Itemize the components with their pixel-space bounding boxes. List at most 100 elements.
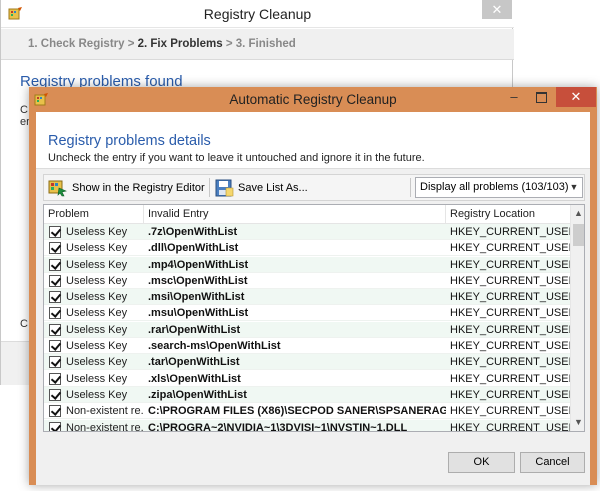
toolbar-separator — [410, 178, 411, 197]
row-checkbox[interactable] — [49, 307, 61, 320]
table-row[interactable]: Useless Key .search-ms\OpenWithList HKEY_C… — [44, 338, 570, 355]
registry-location-cell: HKEY_CURRENT_USER\S... — [446, 240, 570, 257]
dialog-content: Registry problems details Uncheck the en… — [36, 112, 590, 485]
dialog-titlebar[interactable]: Automatic Registry Cleanup – ✕ — [29, 87, 597, 112]
table-row[interactable]: Non-existent re... C:\PROGRAM FILES (X86)… — [44, 403, 570, 420]
scroll-up-arrow[interactable]: ▲ — [571, 205, 584, 222]
save-list-as-button[interactable]: Save List As... — [214, 175, 334, 200]
column-header-invalid-entry[interactable]: Invalid Entry — [144, 205, 446, 224]
table-row[interactable]: Non-existent re... C:\PROGRA~2\NVIDIA~1\3… — [44, 419, 570, 432]
problem-text: Useless Key — [66, 258, 128, 271]
registry-location-cell: HKEY_CURRENT_USER\S... — [446, 338, 570, 355]
row-checkbox[interactable] — [49, 274, 61, 287]
row-checkbox[interactable] — [49, 356, 61, 369]
column-header-problem[interactable]: Problem — [44, 205, 144, 224]
invalid-entry-cell: .xls\OpenWithList — [144, 371, 446, 387]
registry-location-cell: HKEY_CURRENT_USER\S... — [446, 224, 570, 240]
step-finished: 3. Finished — [235, 38, 296, 50]
table-header: Problem Invalid Entry Registry Location — [44, 205, 570, 224]
table-row[interactable]: Useless Key .mp4\OpenWithList HKEY_CURRENT… — [44, 256, 570, 273]
problem-filter-select[interactable]: Display all problems (103/103) ▼ — [415, 177, 583, 198]
minimize-button[interactable]: – — [501, 87, 527, 107]
problem-cell: Useless Key — [44, 240, 144, 257]
background-close-button[interactable]: ✕ — [482, 0, 512, 19]
registry-editor-icon — [48, 180, 67, 196]
problem-cell: Useless Key — [44, 321, 144, 338]
invalid-entry-cell: .zipa\OpenWithList — [144, 386, 446, 403]
table-body: Useless Key .7z\OpenWithList HKEY_CURRENT_… — [44, 224, 570, 432]
show-in-registry-editor-label: Show in the Registry Editor — [72, 181, 205, 194]
row-checkbox[interactable] — [49, 242, 61, 255]
row-checkbox[interactable] — [49, 340, 61, 353]
registry-location-cell: HKEY_CURRENT_USER\S... — [446, 305, 570, 322]
row-checkbox[interactable] — [49, 226, 61, 238]
ok-button[interactable]: OK — [448, 452, 515, 473]
problem-cell: Useless Key — [44, 338, 144, 355]
scroll-down-arrow[interactable]: ▼ — [571, 414, 584, 431]
problem-filter-value: Display all problems (103/103) — [420, 181, 569, 193]
problem-cell: Useless Key — [44, 224, 144, 240]
step-fix-problems: 2. Fix Problems — [137, 38, 223, 50]
invalid-entry-cell: .tar\OpenWithList — [144, 354, 446, 371]
background-text-fragment: C — [20, 318, 28, 330]
maximize-button[interactable] — [528, 87, 554, 107]
wizard-steps: 1. Check Registry > 2. Fix Problems > 3.… — [1, 29, 514, 60]
invalid-entry-cell: .rar\OpenWithList — [144, 321, 446, 338]
problem-cell: Useless Key — [44, 289, 144, 306]
step-separator: > — [222, 38, 236, 50]
scroll-thumb[interactable] — [573, 224, 584, 246]
vertical-scrollbar[interactable]: ▲ ▼ — [570, 205, 584, 431]
background-titlebar: Registry Cleanup ✕ — [1, 0, 514, 28]
problem-text: Useless Key — [66, 307, 128, 320]
row-checkbox[interactable] — [49, 323, 61, 336]
row-checkbox[interactable] — [49, 372, 61, 385]
column-header-registry-location[interactable]: Registry Location — [446, 205, 570, 224]
problem-text: Useless Key — [66, 226, 128, 238]
problem-cell: Useless Key — [44, 256, 144, 273]
table-row[interactable]: Useless Key .msu\OpenWithList HKEY_CURRENT… — [44, 305, 570, 322]
table-row[interactable]: Useless Key .dll\OpenWithList HKEY_CURRENT… — [44, 240, 570, 257]
table-row[interactable]: Useless Key .tar\OpenWithList HKEY_CURRENT… — [44, 354, 570, 371]
problem-text: Non-existent re... — [66, 421, 144, 432]
problem-cell: Useless Key — [44, 386, 144, 403]
table-row[interactable]: Useless Key .zipa\OpenWithList HKEY_CURREN… — [44, 386, 570, 403]
invalid-entry-cell: .search-ms\OpenWithList — [144, 338, 446, 355]
problem-cell: Non-existent re... — [44, 403, 144, 420]
step-separator: > — [124, 38, 138, 50]
invalid-entry-cell: .msu\OpenWithList — [144, 305, 446, 322]
problem-text: Non-existent re... — [66, 405, 144, 418]
table-row[interactable]: Useless Key .rar\OpenWithList HKEY_CURRENT… — [44, 321, 570, 338]
table-row[interactable]: Useless Key .msc\OpenWithList HKEY_CURRENT… — [44, 273, 570, 289]
dialog-subtitle: Uncheck the entry if you want to leave i… — [48, 152, 425, 164]
dialog-heading: Registry problems details — [48, 133, 211, 149]
table-row[interactable]: Useless Key .7z\OpenWithList HKEY_CURRENT_… — [44, 224, 570, 240]
row-checkbox[interactable] — [49, 258, 61, 271]
row-checkbox[interactable] — [49, 291, 61, 304]
registry-cleanup-dialog: Automatic Registry Cleanup – ✕ Registry … — [29, 87, 597, 485]
table-row[interactable]: Useless Key .xls\OpenWithList HKEY_CURRENT… — [44, 371, 570, 387]
registry-location-cell: HKEY_CURRENT_USER\S... — [446, 354, 570, 371]
problem-text: Useless Key — [66, 291, 128, 304]
dialog-header: Registry problems details Uncheck the en… — [36, 112, 590, 169]
problem-text: Useless Key — [66, 356, 128, 369]
problem-text: Useless Key — [66, 242, 128, 255]
save-disk-icon — [215, 179, 234, 196]
registry-location-cell: HKEY_CURRENT_USER\S... — [446, 289, 570, 306]
problem-text: Useless Key — [66, 372, 128, 385]
invalid-entry-cell: C:\PROGRA~2\NVIDIA~1\3DVISI~1\NVSTIN~1.D… — [144, 419, 446, 431]
row-checkbox[interactable] — [49, 421, 61, 431]
row-checkbox[interactable] — [49, 405, 61, 418]
cancel-button[interactable]: Cancel — [520, 452, 585, 473]
problem-text: Useless Key — [66, 323, 128, 336]
dialog-close-button[interactable]: ✕ — [556, 87, 596, 107]
row-checkbox[interactable] — [49, 388, 61, 401]
registry-location-cell: HKEY_CURRENT_USER\S... — [446, 256, 570, 273]
table-row[interactable]: Useless Key .msi\OpenWithList HKEY_CURRENT… — [44, 289, 570, 306]
problem-text: Useless Key — [66, 388, 128, 401]
invalid-entry-cell: .mp4\OpenWithList — [144, 256, 446, 273]
registry-location-cell: HKEY_CURRENT_USER\S... — [446, 386, 570, 403]
problem-text: Useless Key — [66, 340, 128, 353]
invalid-entry-cell: .7z\OpenWithList — [144, 224, 446, 240]
save-list-as-label: Save List As... — [238, 181, 308, 194]
show-in-registry-editor-button[interactable]: Show in the Registry Editor — [48, 175, 206, 200]
